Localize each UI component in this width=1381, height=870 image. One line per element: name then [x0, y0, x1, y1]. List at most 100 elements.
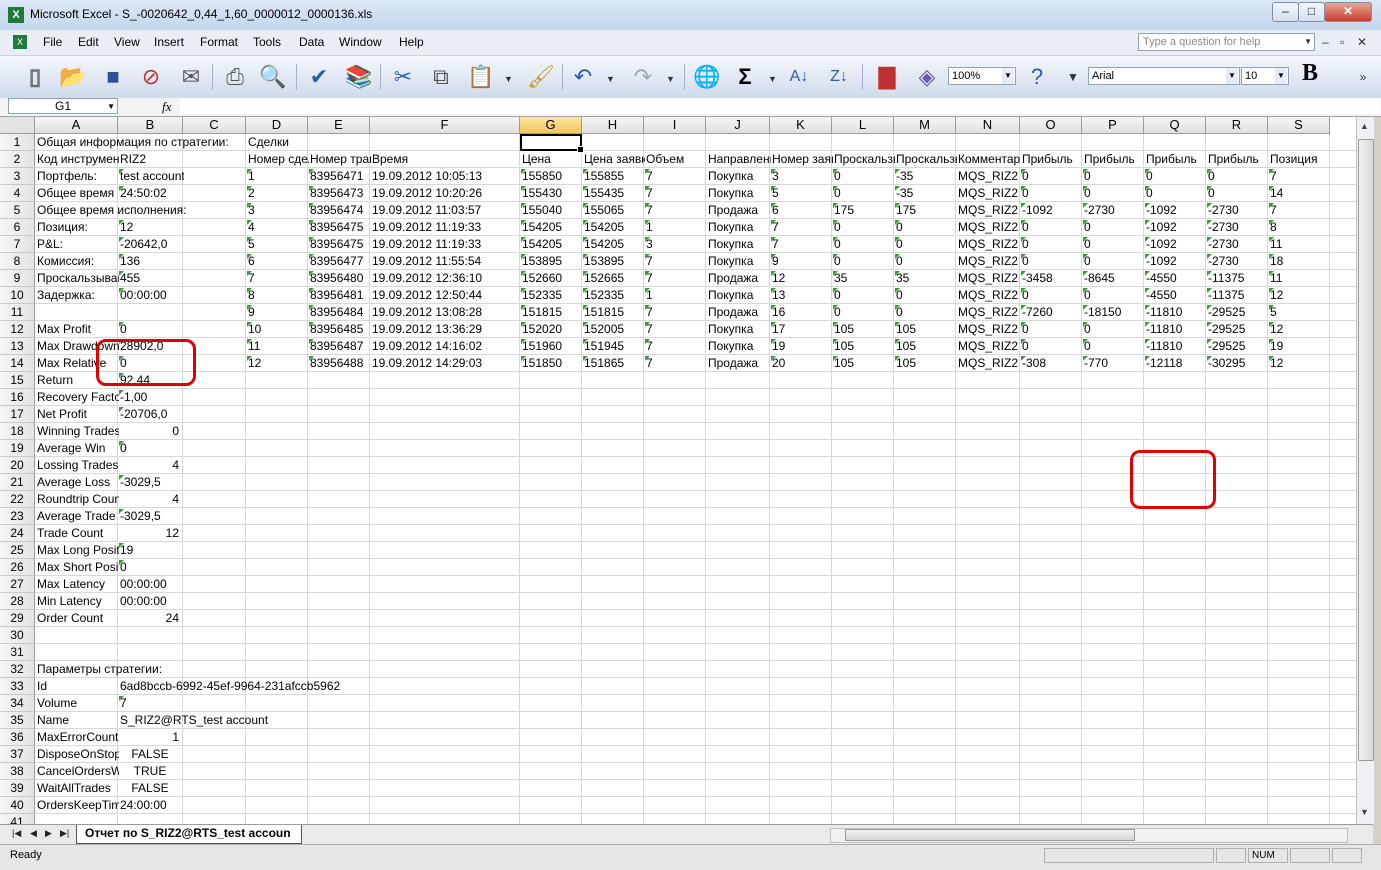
- column-header-h[interactable]: H: [582, 117, 644, 134]
- cell-i5[interactable]: 7: [644, 202, 707, 219]
- cell-m10[interactable]: 0: [894, 287, 957, 304]
- cell-a27[interactable]: Max Latency: [35, 576, 119, 593]
- column-header-e[interactable]: E: [308, 117, 370, 134]
- cell-e9[interactable]: 83956480: [308, 270, 371, 287]
- row-header-37[interactable]: 37: [0, 746, 35, 763]
- sheet-tab[interactable]: Отчет по S_RIZ2@RTS_test accoun: [76, 825, 302, 844]
- cell-j7[interactable]: Покупка: [706, 236, 771, 253]
- cell-s14[interactable]: 12: [1268, 355, 1331, 372]
- cell-l2[interactable]: Проскальзывание: [832, 151, 895, 168]
- row-header-31[interactable]: 31: [0, 644, 35, 661]
- column-header-a[interactable]: A: [35, 117, 118, 134]
- toolbar-options-icon[interactable]: ▼: [1056, 60, 1090, 94]
- cell-l6[interactable]: 0: [832, 219, 895, 236]
- row-header-23[interactable]: 23: [0, 508, 35, 525]
- cell-o7[interactable]: 0: [1020, 236, 1083, 253]
- cell-d14[interactable]: 12: [246, 355, 309, 372]
- row-header-3[interactable]: 3: [0, 168, 35, 185]
- cell-a32[interactable]: Параметры стратегии:: [35, 661, 247, 678]
- close-button[interactable]: ✕: [1324, 2, 1372, 22]
- cell-g7[interactable]: 154205: [520, 236, 583, 253]
- cell-l14[interactable]: 105: [832, 355, 895, 372]
- next-sheet-icon[interactable]: ▶: [45, 828, 52, 839]
- cell-r5[interactable]: -2730: [1206, 202, 1269, 219]
- cell-s5[interactable]: 7: [1268, 202, 1331, 219]
- cell-k10[interactable]: 13: [770, 287, 833, 304]
- cell-o4[interactable]: 0: [1020, 185, 1083, 202]
- row-header-2[interactable]: 2: [0, 151, 35, 168]
- column-header-j[interactable]: J: [706, 117, 770, 134]
- cell-f11[interactable]: 19.09.2012 13:08:28: [370, 304, 521, 321]
- cell-d6[interactable]: 4: [246, 219, 309, 236]
- cell-b17[interactable]: -20706,0: [118, 406, 184, 423]
- cell-m11[interactable]: 0: [894, 304, 957, 321]
- cell-k3[interactable]: 3: [770, 168, 833, 185]
- cell-q8[interactable]: -1092: [1144, 253, 1207, 270]
- cell-j8[interactable]: Покупка: [706, 253, 771, 270]
- cell-p9[interactable]: -8645: [1082, 270, 1145, 287]
- column-header-n[interactable]: N: [956, 117, 1020, 134]
- cell-g10[interactable]: 152335: [520, 287, 583, 304]
- cell-n14[interactable]: MQS_RIZ2: [956, 355, 1021, 372]
- cell-a21[interactable]: Average Loss: [35, 474, 119, 491]
- menu-data[interactable]: Data: [299, 35, 324, 49]
- cell-r11[interactable]: -29525: [1206, 304, 1269, 321]
- cell-h7[interactable]: 154205: [582, 236, 645, 253]
- cell-h12[interactable]: 152005: [582, 321, 645, 338]
- cell-a26[interactable]: Max Short Position: [35, 559, 119, 576]
- row-header-33[interactable]: 33: [0, 678, 35, 695]
- cell-j6[interactable]: Покупка: [706, 219, 771, 236]
- cell-b7[interactable]: -20642,0: [118, 236, 184, 253]
- cell-i13[interactable]: 7: [644, 338, 707, 355]
- cell-o14[interactable]: -308: [1020, 355, 1083, 372]
- cell-e10[interactable]: 83956481: [308, 287, 371, 304]
- row-header-35[interactable]: 35: [0, 712, 35, 729]
- cell-i4[interactable]: 7: [644, 185, 707, 202]
- column-header-g[interactable]: G: [520, 117, 582, 134]
- cell-g2[interactable]: Цена: [520, 151, 583, 168]
- cell-b27[interactable]: 00:00:00: [118, 576, 184, 593]
- cell-j4[interactable]: Покупка: [706, 185, 771, 202]
- row-header-28[interactable]: 28: [0, 593, 35, 610]
- cell-b37[interactable]: FALSE: [118, 746, 182, 763]
- row-header-15[interactable]: 15: [0, 372, 35, 389]
- cell-a1[interactable]: Общая информация по стратегии:: [35, 134, 247, 151]
- row-header-40[interactable]: 40: [0, 797, 35, 814]
- permission-icon[interactable]: ⊘: [134, 60, 168, 94]
- row-header-22[interactable]: 22: [0, 491, 35, 508]
- cell-s7[interactable]: 11: [1268, 236, 1331, 253]
- help-icon[interactable]: ?: [1020, 60, 1054, 94]
- cell-h11[interactable]: 151815: [582, 304, 645, 321]
- sort-ascending-icon[interactable]: A↓: [782, 60, 816, 94]
- cell-m2[interactable]: Проскальзывание: [894, 151, 957, 168]
- cell-p7[interactable]: 0: [1082, 236, 1145, 253]
- menu-view[interactable]: View: [114, 35, 140, 49]
- cell-b26[interactable]: 0: [118, 559, 184, 576]
- cell-k11[interactable]: 16: [770, 304, 833, 321]
- cell-r2[interactable]: Прибыль: [1206, 151, 1269, 168]
- ask-question-input[interactable]: Type a question for help ▼: [1138, 33, 1315, 51]
- cell-i3[interactable]: 7: [644, 168, 707, 185]
- cell-q5[interactable]: -1092: [1144, 202, 1207, 219]
- cell-e14[interactable]: 83956488: [308, 355, 371, 372]
- sort-descending-icon[interactable]: Z↓: [822, 60, 856, 94]
- row-header-20[interactable]: 20: [0, 457, 35, 474]
- column-header-s[interactable]: S: [1268, 117, 1330, 134]
- format-painter-icon[interactable]: 🖌: [524, 60, 558, 94]
- row-header-10[interactable]: 10: [0, 287, 35, 304]
- vertical-scroll-thumb[interactable]: [1358, 139, 1374, 761]
- cell-i2[interactable]: Объем: [644, 151, 707, 168]
- cell-h3[interactable]: 155855: [582, 168, 645, 185]
- cell-f12[interactable]: 19.09.2012 13:36:29: [370, 321, 521, 338]
- cell-b22[interactable]: 4: [118, 491, 182, 508]
- cell-i9[interactable]: 7: [644, 270, 707, 287]
- cell-o12[interactable]: 0: [1020, 321, 1083, 338]
- chevron-down-icon[interactable]: ▼: [504, 74, 513, 84]
- cell-g5[interactable]: 155040: [520, 202, 583, 219]
- menu-window[interactable]: Window: [339, 35, 382, 49]
- cell-n4[interactable]: MQS_RIZ2: [956, 185, 1021, 202]
- cell-a20[interactable]: Lossing Trades: [35, 457, 119, 474]
- cell-b4[interactable]: 24:50:02: [118, 185, 184, 202]
- cell-i12[interactable]: 7: [644, 321, 707, 338]
- horizontal-scroll-thumb[interactable]: [845, 829, 1135, 841]
